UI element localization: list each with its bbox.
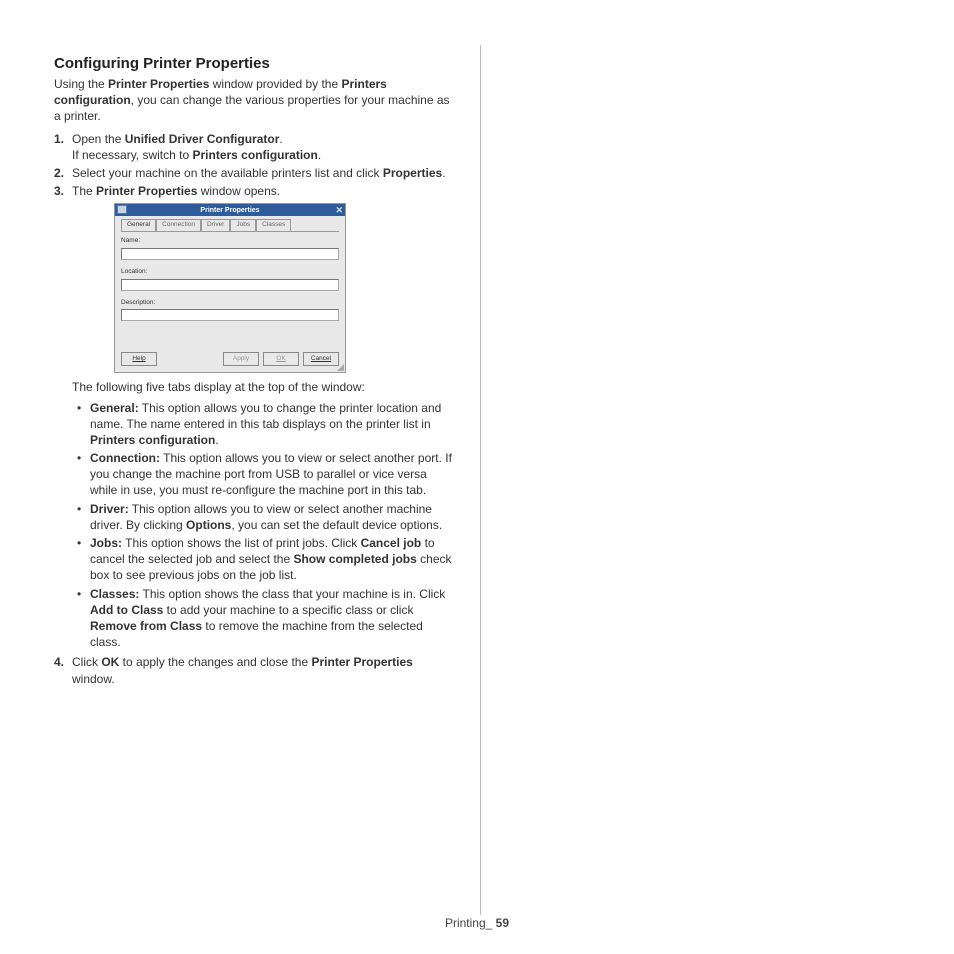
tab-general[interactable]: General bbox=[121, 219, 156, 231]
step-2: 2. Select your machine on the available … bbox=[54, 165, 452, 181]
text-bold: Printers configuration bbox=[193, 148, 318, 162]
text-bold: Printers configuration bbox=[90, 433, 215, 447]
dialog-title: Printer Properties bbox=[200, 206, 259, 215]
text-bold: Printer Properties bbox=[311, 655, 412, 669]
text: The bbox=[72, 184, 96, 198]
text-bold: Properties bbox=[383, 166, 442, 180]
text: Open the bbox=[72, 132, 125, 146]
text: . bbox=[442, 166, 445, 180]
close-icon[interactable]: ✕ bbox=[335, 204, 343, 216]
step-number: 3. bbox=[54, 183, 72, 652]
text: This option allows you to change the pri… bbox=[90, 401, 441, 431]
dialog-titlebar[interactable]: Printer Properties ✕ bbox=[115, 204, 345, 216]
text: to add your machine to a specific class … bbox=[163, 603, 413, 617]
cancel-button[interactable]: Cancel bbox=[303, 352, 339, 366]
footer-label: Printing_ bbox=[445, 916, 492, 930]
bullet-connection: Connection: This option allows you to vi… bbox=[72, 450, 452, 499]
text-bold: Printer Properties bbox=[96, 184, 197, 198]
text: Click bbox=[72, 655, 101, 669]
bullet-jobs: Jobs: This option shows the list of prin… bbox=[72, 535, 452, 584]
printer-properties-dialog: Printer Properties ✕ General Connection … bbox=[114, 203, 346, 373]
bullet-general: General: This option allows you to chang… bbox=[72, 400, 452, 449]
text-bold: Show completed jobs bbox=[293, 552, 416, 566]
ok-button[interactable]: OK bbox=[263, 352, 299, 366]
tab-jobs[interactable]: Jobs bbox=[230, 219, 256, 231]
text: window. bbox=[72, 672, 115, 686]
text-bold: Options bbox=[186, 518, 231, 532]
step-number: 4. bbox=[54, 654, 72, 686]
text: This option shows the class that your ma… bbox=[139, 587, 445, 601]
text-bold: Jobs: bbox=[90, 536, 122, 550]
intro-paragraph: Using the Printer Properties window prov… bbox=[54, 76, 452, 125]
page-footer: Printing_ 59 bbox=[0, 916, 954, 930]
dialog-tabs: General Connection Driver Jobs Classes bbox=[115, 216, 345, 231]
description-input[interactable] bbox=[121, 309, 339, 321]
window-icon bbox=[117, 205, 127, 214]
tab-classes[interactable]: Classes bbox=[256, 219, 291, 231]
text: . bbox=[318, 148, 321, 162]
label-name: Name: bbox=[121, 237, 339, 246]
resize-grip-icon[interactable] bbox=[337, 364, 344, 371]
text: window opens. bbox=[197, 184, 280, 198]
apply-button[interactable]: Apply bbox=[223, 352, 259, 366]
step-1: 1. Open the Unified Driver Configurator.… bbox=[54, 131, 452, 163]
text: If necessary, switch to bbox=[72, 148, 193, 162]
text-bold: Unified Driver Configurator bbox=[125, 132, 280, 146]
name-input[interactable] bbox=[121, 248, 339, 260]
text-bold: Cancel job bbox=[361, 536, 422, 550]
step-number: 1. bbox=[54, 131, 72, 163]
column-divider bbox=[480, 45, 481, 915]
label-description: Description: bbox=[121, 299, 339, 308]
location-input[interactable] bbox=[121, 279, 339, 291]
text-bold: OK bbox=[101, 655, 119, 669]
page-heading: Configuring Printer Properties bbox=[54, 55, 452, 72]
step-number: 2. bbox=[54, 165, 72, 181]
text-bold: Driver: bbox=[90, 502, 129, 516]
bullet-classes: Classes: This option shows the class tha… bbox=[72, 586, 452, 651]
text-bold: Remove from Class bbox=[90, 619, 202, 633]
text: to apply the changes and close the bbox=[119, 655, 311, 669]
text-bold: Printer Properties bbox=[108, 77, 209, 91]
step-3: 3. The Printer Properties window opens. … bbox=[54, 183, 452, 652]
label-location: Location: bbox=[121, 268, 339, 277]
text: window provided by the bbox=[209, 77, 341, 91]
tab-driver[interactable]: Driver bbox=[201, 219, 230, 231]
text: , you can set the default device options… bbox=[231, 518, 442, 532]
tabs-intro: The following five tabs display at the t… bbox=[72, 380, 365, 394]
text-bold: Add to Class bbox=[90, 603, 163, 617]
text: Select your machine on the available pri… bbox=[72, 166, 383, 180]
help-button[interactable]: Help bbox=[121, 352, 157, 366]
step-4: 4. Click OK to apply the changes and clo… bbox=[54, 654, 452, 686]
text: . bbox=[215, 433, 218, 447]
bullet-driver: Driver: This option allows you to view o… bbox=[72, 501, 452, 533]
text: Using the bbox=[54, 77, 108, 91]
text-bold: Connection: bbox=[90, 451, 160, 465]
text: This option shows the list of print jobs… bbox=[122, 536, 361, 550]
text: . bbox=[279, 132, 282, 146]
dialog-form: Name: Location: Description: bbox=[121, 231, 339, 346]
dialog-button-row: Help Apply OK Cancel bbox=[115, 346, 345, 372]
page-number: 59 bbox=[492, 916, 509, 930]
tab-connection[interactable]: Connection bbox=[156, 219, 201, 231]
text-bold: Classes: bbox=[90, 587, 139, 601]
text-bold: General: bbox=[90, 401, 139, 415]
